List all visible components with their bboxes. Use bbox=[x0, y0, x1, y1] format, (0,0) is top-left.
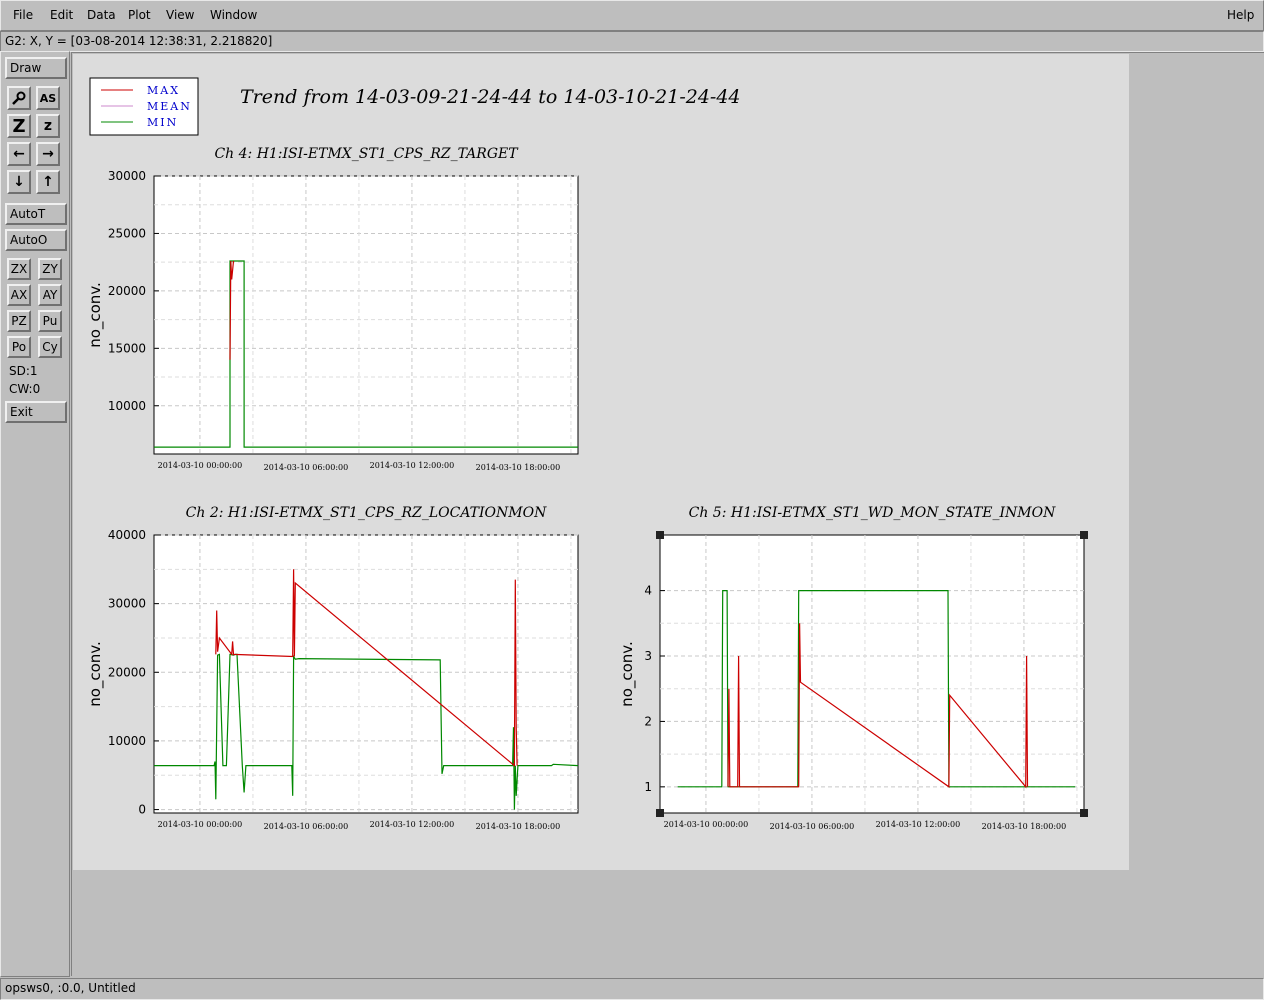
autoo-button[interactable]: AutoO bbox=[5, 229, 67, 251]
arrow-down-icon[interactable]: ↓ bbox=[7, 170, 31, 194]
y-tick-label: 4 bbox=[644, 584, 652, 598]
legend-label-mean: MEAN bbox=[147, 100, 192, 113]
cy-button[interactable]: Cy bbox=[38, 336, 62, 358]
ax-button[interactable]: AX bbox=[7, 284, 31, 306]
menu-data[interactable]: Data bbox=[87, 8, 116, 22]
menu-bar: File Edit Data Plot View Window Help bbox=[0, 0, 1264, 31]
zoom-big-icon[interactable]: Z bbox=[7, 114, 31, 138]
selection-handle bbox=[1080, 809, 1088, 817]
chart-title: Ch 5: H1:ISI-ETMX_ST1_WD_MON_STATE_INMON bbox=[689, 505, 1056, 521]
x-tick-label: 2014-03-10 18:00:00 bbox=[476, 822, 561, 831]
x-tick-label: 2014-03-10 18:00:00 bbox=[476, 463, 561, 472]
arrow-right-icon[interactable]: → bbox=[36, 142, 60, 166]
selection-handle bbox=[656, 531, 664, 539]
autot-button[interactable]: AutoT bbox=[5, 203, 67, 225]
y-axis-label: no_conv. bbox=[618, 641, 637, 707]
magnifier-icon[interactable] bbox=[7, 86, 31, 110]
cw-label: CW:0 bbox=[9, 382, 41, 396]
arrow-up-icon[interactable]: ↑ bbox=[36, 170, 60, 194]
pu-button[interactable]: Pu bbox=[38, 310, 62, 332]
menu-view[interactable]: View bbox=[166, 8, 194, 22]
x-tick-label: 2014-03-10 12:00:00 bbox=[876, 820, 961, 829]
chart-3: 4 3 2 1 2014-03-10 00:00:00 2014-03-10 06:00:… bbox=[618, 505, 1088, 831]
menu-help[interactable]: Help bbox=[1227, 8, 1254, 22]
ay-button[interactable]: AY bbox=[38, 284, 62, 306]
coordinate-readout-bar: G2: X, Y = [03-08-2014 12:38:31, 2.21882… bbox=[0, 31, 1264, 52]
text-tool-icon[interactable]: AS bbox=[36, 86, 60, 110]
y-axis-label: no_conv. bbox=[86, 641, 105, 707]
zx-button[interactable]: ZX bbox=[7, 258, 31, 280]
y-tick-label: 15000 bbox=[108, 341, 146, 355]
draw-button[interactable]: Draw bbox=[5, 57, 67, 79]
selection-handle bbox=[1080, 531, 1088, 539]
arrow-left-icon[interactable]: ← bbox=[7, 142, 31, 166]
zoom-small-icon[interactable]: z bbox=[36, 114, 60, 138]
menu-plot[interactable]: Plot bbox=[128, 8, 151, 22]
y-tick-label: 0 bbox=[138, 803, 146, 817]
x-tick-label: 2014-03-10 12:00:00 bbox=[370, 820, 455, 829]
pz-button[interactable]: PZ bbox=[7, 310, 31, 332]
zy-button[interactable]: ZY bbox=[38, 258, 62, 280]
trend-title: Trend from 14-03-09-21-24-44 to 14-03-10… bbox=[240, 86, 741, 108]
x-tick-label: 2014-03-10 06:00:00 bbox=[264, 463, 349, 472]
x-tick-label: 2014-03-10 00:00:00 bbox=[664, 820, 749, 829]
coordinate-readout: G2: X, Y = [03-08-2014 12:38:31, 2.21882… bbox=[5, 34, 273, 48]
menu-edit[interactable]: Edit bbox=[50, 8, 73, 22]
x-tick-label: 2014-03-10 06:00:00 bbox=[770, 822, 855, 831]
x-tick-label: 2014-03-10 18:00:00 bbox=[982, 822, 1067, 831]
y-tick-label: 10000 bbox=[108, 399, 146, 413]
plot-area bbox=[659, 534, 1085, 814]
exit-button[interactable]: Exit bbox=[5, 401, 67, 423]
y-tick-label: 3 bbox=[644, 649, 652, 663]
sd-label: SD:1 bbox=[9, 364, 38, 378]
y-tick-label: 25000 bbox=[108, 226, 146, 240]
chart-title: Ch 4: H1:ISI-ETMX_ST1_CPS_RZ_TARGET bbox=[214, 146, 519, 162]
charts-group: 30000 25000 20000 15000 10000 2014-03-10 00:0… bbox=[86, 146, 1088, 831]
y-tick-label: 30000 bbox=[108, 169, 146, 183]
selection-handle bbox=[656, 809, 664, 817]
status-bar: opsws0, :0.0, Untitled bbox=[0, 978, 1264, 1000]
po-button[interactable]: Po bbox=[7, 336, 31, 358]
chart-title: Ch 2: H1:ISI-ETMX_ST1_CPS_RZ_LOCATIONMON bbox=[186, 505, 547, 521]
y-tick-label: 1 bbox=[644, 780, 652, 794]
chart-1: 30000 25000 20000 15000 10000 2014-03-10 00:0… bbox=[86, 146, 579, 472]
x-tick-label: 2014-03-10 00:00:00 bbox=[158, 820, 243, 829]
tool-panel: Draw AS Z z ← → ↓ ↑ AutoT AutoO ZX ZY AX… bbox=[0, 51, 70, 977]
menu-file[interactable]: File bbox=[13, 8, 33, 22]
y-tick-label: 10000 bbox=[108, 734, 146, 748]
legend-label-min: MIN bbox=[147, 116, 178, 129]
plot-svg: MAX MEAN MIN Trend from 14-03-09-21-24-4… bbox=[86, 77, 1088, 831]
y-tick-label: 40000 bbox=[108, 528, 146, 542]
legend: MAX MEAN MIN bbox=[89, 77, 199, 136]
chart-2: 40000 30000 20000 10000 0 2014-03-10 00:00:00… bbox=[86, 505, 579, 831]
x-tick-label: 2014-03-10 06:00:00 bbox=[264, 822, 349, 831]
y-axis-label: no_conv. bbox=[86, 282, 105, 348]
y-tick-label: 2 bbox=[644, 714, 652, 728]
plot-area bbox=[153, 175, 579, 455]
y-tick-label: 20000 bbox=[108, 284, 146, 298]
x-tick-label: 2014-03-10 00:00:00 bbox=[158, 461, 243, 470]
menu-window[interactable]: Window bbox=[210, 8, 257, 22]
status-text: opsws0, :0.0, Untitled bbox=[5, 981, 136, 995]
plot-canvas[interactable]: MAX MEAN MIN Trend from 14-03-09-21-24-4… bbox=[73, 54, 1129, 870]
y-tick-label: 30000 bbox=[108, 597, 146, 611]
y-tick-label: 20000 bbox=[108, 665, 146, 679]
legend-label-max: MAX bbox=[147, 84, 180, 97]
x-tick-label: 2014-03-10 12:00:00 bbox=[370, 461, 455, 470]
